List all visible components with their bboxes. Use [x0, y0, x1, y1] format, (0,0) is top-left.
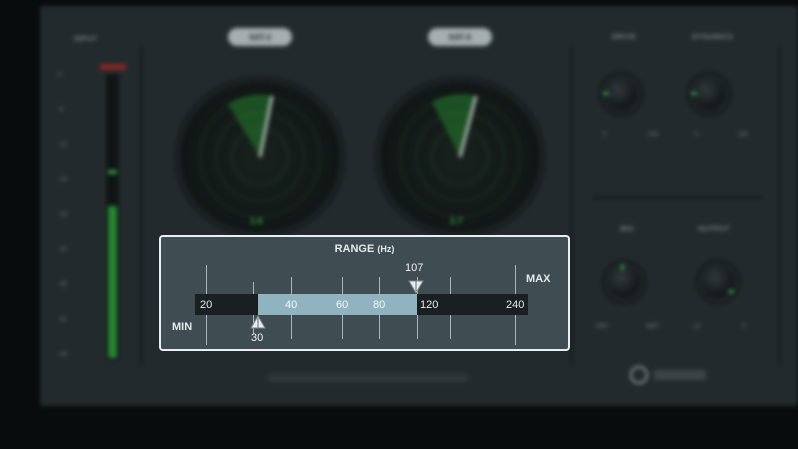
max-handle-value: 107 — [405, 262, 424, 274]
range-title-text: RANGE — [334, 243, 375, 255]
min-handle-icon[interactable] — [250, 315, 266, 329]
scale-label-80: 80 — [373, 299, 386, 311]
scale-label-40: 40 — [285, 299, 298, 311]
range-panel: RANGE (Hz) 20 40 60 80 120 240 MIN MAX 3… — [159, 235, 570, 351]
range-title: RANGE (Hz) — [161, 243, 568, 255]
app-window: INPUT 0 -6 -12 -18 -24 -30 -36 -42 -48 S… — [0, 0, 798, 449]
range-min-label: MIN — [172, 321, 193, 333]
scale-label-240: 240 — [506, 299, 525, 311]
range-max-label: MAX — [526, 273, 551, 285]
max-handle-icon[interactable] — [408, 280, 424, 294]
min-handle-value: 30 — [251, 332, 264, 344]
scale-label-60: 60 — [336, 299, 349, 311]
scale-label-120: 120 — [420, 299, 439, 311]
focus-overlay — [0, 0, 798, 449]
scale-label-20: 20 — [200, 299, 213, 311]
range-title-unit: (Hz) — [377, 244, 395, 254]
